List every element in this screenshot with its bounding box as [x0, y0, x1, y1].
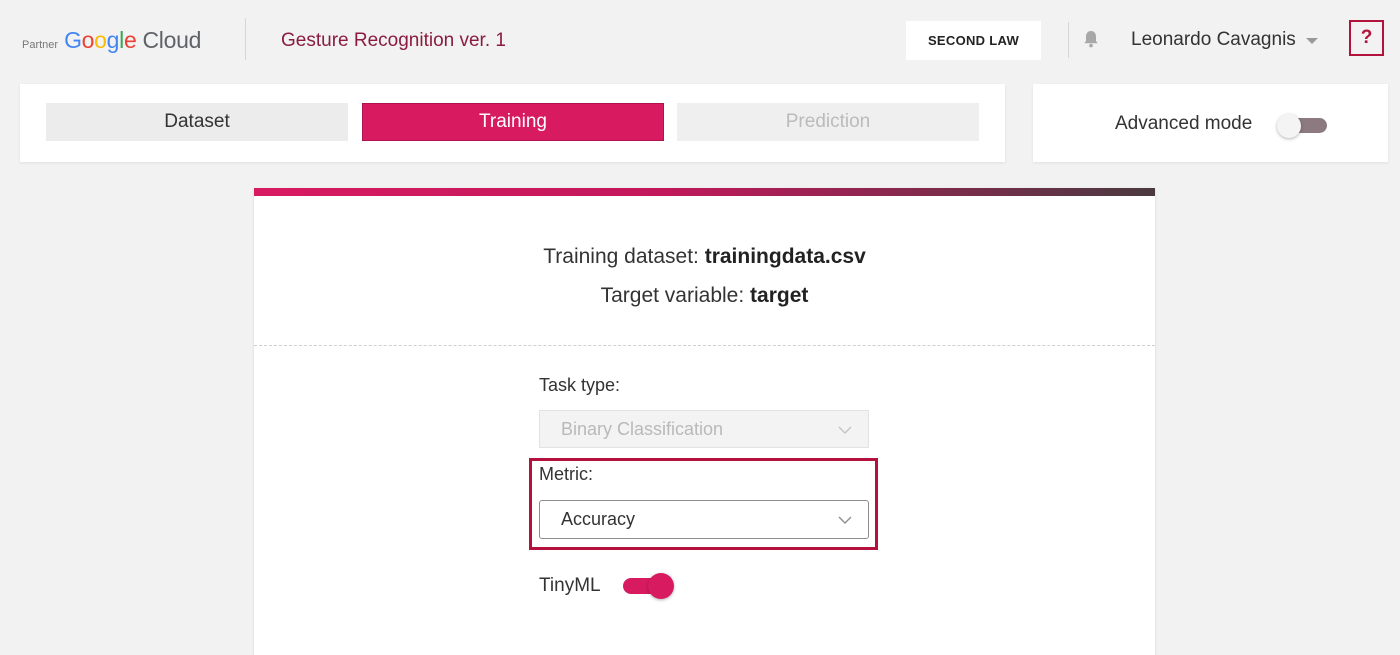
- tinyml-label: TinyML: [539, 575, 601, 596]
- partner-label: Partner: [22, 39, 59, 51]
- step-tabs: Dataset Training Prediction: [20, 84, 1005, 162]
- tab-prediction: Prediction: [677, 103, 979, 141]
- chevron-down-icon[interactable]: [1306, 38, 1318, 44]
- task-type-value: Binary Classification: [561, 418, 724, 439]
- advanced-mode-card: Advanced mode: [1033, 84, 1388, 162]
- google-cloud-logo: Google Cloud: [64, 27, 202, 53]
- training-dataset-prefix: Training dataset:: [543, 245, 705, 268]
- tinyml-toggle[interactable]: [623, 572, 675, 600]
- tinyml-knob: [648, 573, 674, 599]
- training-dataset-line: Training dataset: trainingdata.csv: [254, 245, 1155, 269]
- metric-value: Accuracy: [561, 509, 636, 529]
- advanced-mode-toggle[interactable]: [1277, 114, 1329, 138]
- metric-label: Metric:: [539, 464, 593, 484]
- task-type-select: Binary Classification: [539, 410, 869, 448]
- tab-training[interactable]: Training: [362, 103, 664, 141]
- partner-logo: Partner Google Cloud: [22, 27, 201, 54]
- task-type-label: Task type:: [539, 375, 621, 395]
- advanced-mode-label: Advanced mode: [1115, 113, 1253, 134]
- target-variable-name: target: [750, 284, 809, 307]
- target-variable-line: Target variable: target: [254, 284, 1155, 308]
- panel-divider: [254, 345, 1155, 346]
- training-panel: Training dataset: trainingdata.csv Targe…: [254, 188, 1155, 655]
- panel-accent-bar: [254, 188, 1155, 196]
- metric-select[interactable]: Accuracy: [539, 500, 869, 539]
- training-dataset-name: trainingdata.csv: [704, 245, 866, 268]
- organization-button[interactable]: SECOND LAW: [906, 21, 1041, 60]
- header-divider-right: [1068, 22, 1069, 58]
- tab-dataset[interactable]: Dataset: [46, 103, 348, 141]
- target-variable-prefix: Target variable:: [600, 284, 751, 307]
- chevron-down-icon: [838, 516, 852, 524]
- top-header: Partner Google Cloud Gesture Recognition …: [0, 0, 1400, 80]
- user-name[interactable]: Leonardo Cavagnis: [1131, 29, 1296, 51]
- bell-icon[interactable]: [1081, 29, 1101, 49]
- project-title[interactable]: Gesture Recognition ver. 1: [281, 30, 506, 52]
- chevron-down-icon: [838, 426, 852, 434]
- help-button[interactable]: ?: [1349, 20, 1384, 56]
- header-divider: [245, 18, 246, 60]
- advanced-mode-knob: [1277, 114, 1301, 138]
